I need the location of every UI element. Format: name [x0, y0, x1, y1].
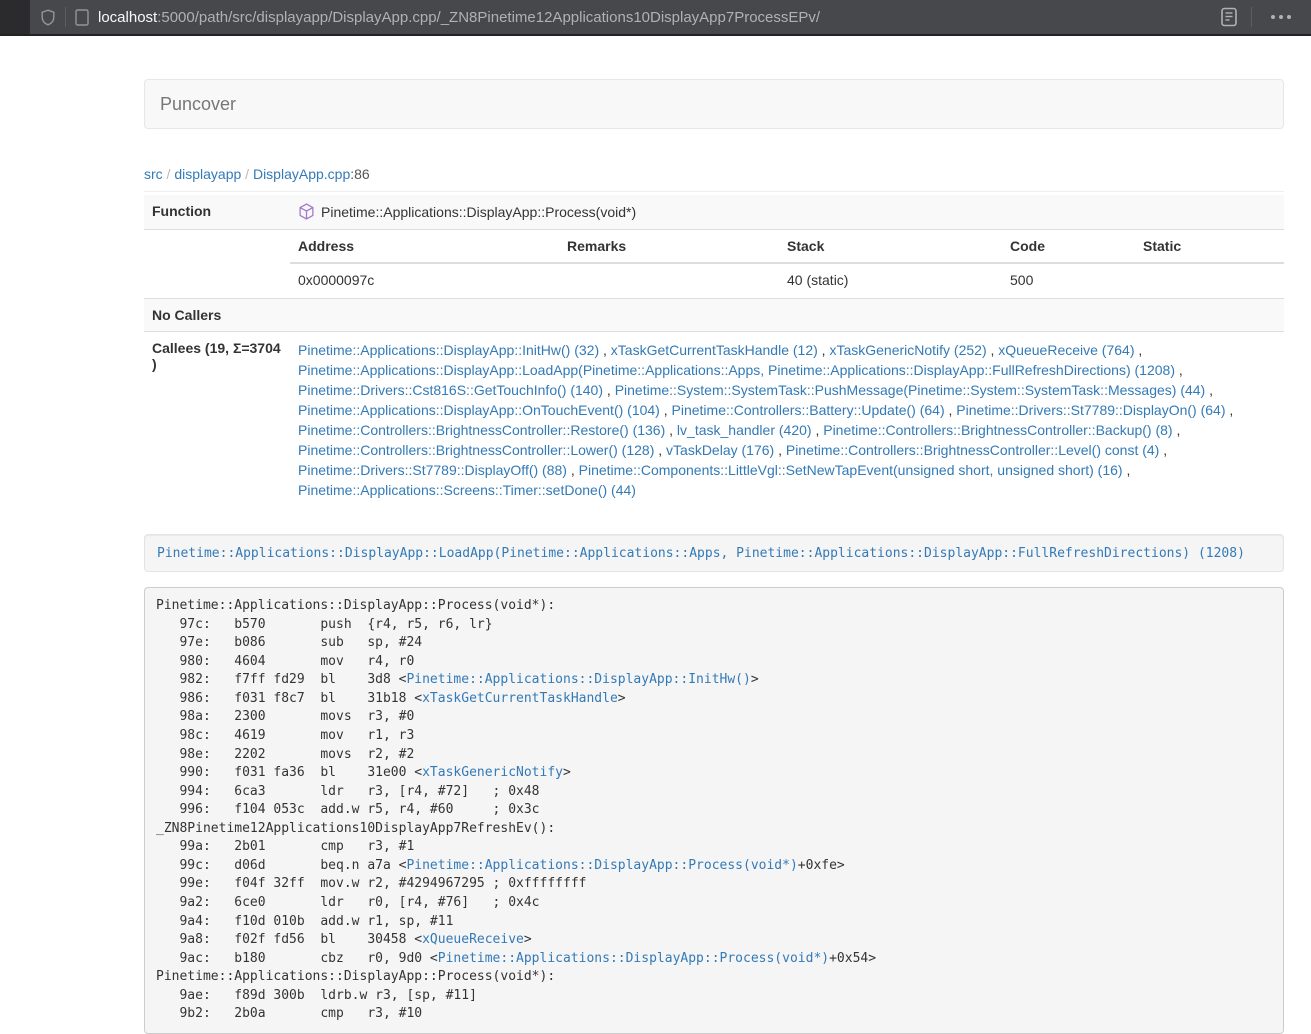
callee-separator: ,: [1134, 342, 1142, 358]
code-size-value: 500: [1002, 263, 1135, 298]
callee-link[interactable]: Pinetime::Controllers::BrightnessControl…: [298, 442, 654, 458]
urlbar-separator: [1251, 7, 1252, 27]
callee-link[interactable]: lv_task_handler (420): [677, 422, 812, 438]
static-value: [1135, 263, 1284, 298]
callee-separator: ,: [603, 382, 615, 398]
metrics-row: Address Remarks Stack Code Static 0x0000…: [144, 230, 1284, 299]
code-symbol-link[interactable]: xQueueReceive: [422, 932, 524, 947]
metrics-header-row: Address Remarks Stack Code Static: [290, 230, 1284, 263]
remarks-value: [559, 263, 779, 298]
url-path: :5000/path/src/displayapp/DisplayApp.cpp…: [157, 9, 820, 26]
code-symbol-link[interactable]: xTaskGenericNotify: [422, 765, 563, 780]
callee-link[interactable]: Pinetime::Drivers::St7789::DisplayOn() (…: [956, 402, 1225, 418]
divider: [144, 191, 1284, 192]
breadcrumb-link[interactable]: DisplayApp.cpp: [253, 166, 350, 182]
callee-separator: ,: [665, 422, 677, 438]
callee-link[interactable]: Pinetime::Controllers::BrightnessControl…: [823, 422, 1172, 438]
callees-list: Pinetime::Applications::DisplayApp::Init…: [290, 332, 1284, 509]
breadcrumb-separator: /: [241, 166, 253, 182]
loadapp-callee-link[interactable]: Pinetime::Applications::DisplayApp::Load…: [157, 546, 1245, 561]
callee-separator: ,: [945, 402, 957, 418]
callee-link[interactable]: Pinetime::Drivers::St7789::DisplayOff() …: [298, 462, 567, 478]
breadcrumb-line-number: :86: [350, 166, 369, 182]
callee-separator: ,: [660, 402, 672, 418]
no-callers-label: No Callers: [144, 299, 290, 332]
callee-separator: ,: [1205, 382, 1213, 398]
address-value: 0x0000097c: [290, 263, 559, 298]
page-icon[interactable]: [75, 9, 89, 26]
callee-separator: ,: [1226, 402, 1234, 418]
callee-link[interactable]: Pinetime::Components::LittleVgl::SetNewT…: [579, 462, 1123, 478]
stack-value: 40 (static): [779, 263, 1002, 298]
col-stack: Stack: [779, 230, 1002, 263]
function-row: Function Pinetime::Applications::Display…: [144, 195, 1284, 230]
breadcrumb-link[interactable]: src: [144, 166, 163, 182]
callees-label: Callees (19, Σ=3704 ): [144, 332, 290, 509]
callee-link[interactable]: Pinetime::Controllers::BrightnessControl…: [786, 442, 1159, 458]
function-label: Function: [144, 195, 290, 230]
callee-link[interactable]: Pinetime::Applications::Screens::Timer::…: [298, 482, 636, 498]
code-symbol-link[interactable]: Pinetime::Applications::DisplayApp::Proc…: [438, 951, 829, 966]
callee-separator: ,: [599, 342, 611, 358]
code-symbol-link[interactable]: Pinetime::Applications::DisplayApp::Proc…: [406, 858, 797, 873]
callee-separator: ,: [812, 422, 824, 438]
url-host: localhost: [98, 9, 157, 26]
callee-link[interactable]: Pinetime::Applications::DisplayApp::Load…: [298, 362, 1175, 378]
callee-separator: ,: [774, 442, 786, 458]
url-text[interactable]: localhost:5000/path/src/displayapp/Displ…: [98, 9, 1216, 26]
metrics-data-row: 0x0000097c 40 (static) 500: [290, 263, 1284, 298]
callee-separator: ,: [1175, 362, 1183, 378]
app-brand[interactable]: Puncover: [160, 94, 236, 115]
browser-chrome: localhost:5000/path/src/displayapp/Displ…: [0, 0, 1311, 36]
url-bar[interactable]: localhost:5000/path/src/displayapp/Displ…: [30, 0, 1311, 36]
callee-link[interactable]: vTaskDelay (176): [666, 442, 774, 458]
col-static: Static: [1135, 230, 1284, 263]
code-symbol-link[interactable]: xTaskGetCurrentTaskHandle: [422, 691, 618, 706]
callee-separator: ,: [567, 462, 579, 478]
callee-link[interactable]: Pinetime::Controllers::Battery::Update()…: [672, 402, 945, 418]
metrics-table: Address Remarks Stack Code Static 0x0000…: [290, 230, 1284, 298]
callee-separator: ,: [1159, 442, 1167, 458]
code-symbol-link[interactable]: Pinetime::Applications::DisplayApp::Init…: [406, 672, 750, 687]
breadcrumb: src / displayapp / DisplayApp.cpp:86: [144, 166, 1284, 182]
shield-icon[interactable]: [40, 9, 56, 26]
selected-callee-box: Pinetime::Applications::DisplayApp::Load…: [144, 534, 1284, 572]
callee-link[interactable]: Pinetime::Applications::DisplayApp::OnTo…: [298, 402, 660, 418]
reader-mode-icon[interactable]: [1216, 7, 1242, 27]
callee-link[interactable]: Pinetime::System::SystemTask::PushMessag…: [615, 382, 1206, 398]
app-header: Puncover: [144, 79, 1284, 129]
callee-separator: ,: [654, 442, 666, 458]
callee-separator: ,: [818, 342, 830, 358]
col-code: Code: [1002, 230, 1135, 263]
col-address: Address: [290, 230, 559, 263]
callee-link[interactable]: xTaskGetCurrentTaskHandle (12): [611, 342, 818, 358]
function-name: Pinetime::Applications::DisplayApp::Proc…: [321, 204, 636, 220]
callee-link[interactable]: xQueueReceive (764): [998, 342, 1134, 358]
more-menu-icon[interactable]: [1261, 15, 1301, 19]
callees-row: Callees (19, Σ=3704 ) Pinetime::Applicat…: [144, 332, 1284, 509]
callee-link[interactable]: xTaskGenericNotify (252): [829, 342, 986, 358]
no-callers-row: No Callers: [144, 299, 1284, 332]
breadcrumb-link[interactable]: displayapp: [174, 166, 241, 182]
chrome-left-strip: [0, 0, 30, 36]
callee-separator: ,: [1173, 422, 1181, 438]
callee-link[interactable]: Pinetime::Controllers::BrightnessControl…: [298, 422, 665, 438]
col-remarks: Remarks: [559, 230, 779, 263]
callee-link[interactable]: Pinetime::Drivers::Cst816S::GetTouchInfo…: [298, 382, 603, 398]
function-name-cell: Pinetime::Applications::DisplayApp::Proc…: [290, 195, 1284, 230]
cube-icon: [298, 203, 315, 220]
breadcrumb-separator: /: [163, 166, 175, 182]
urlbar-separator: [65, 7, 66, 27]
callee-link[interactable]: Pinetime::Applications::DisplayApp::Init…: [298, 342, 599, 358]
callee-separator: ,: [987, 342, 999, 358]
function-table: Function Pinetime::Applications::Display…: [144, 195, 1284, 508]
main-content: Puncover src / displayapp / DisplayApp.c…: [144, 79, 1284, 1034]
callee-separator: ,: [1123, 462, 1131, 478]
disassembly-block: Pinetime::Applications::DisplayApp::Proc…: [144, 587, 1284, 1034]
